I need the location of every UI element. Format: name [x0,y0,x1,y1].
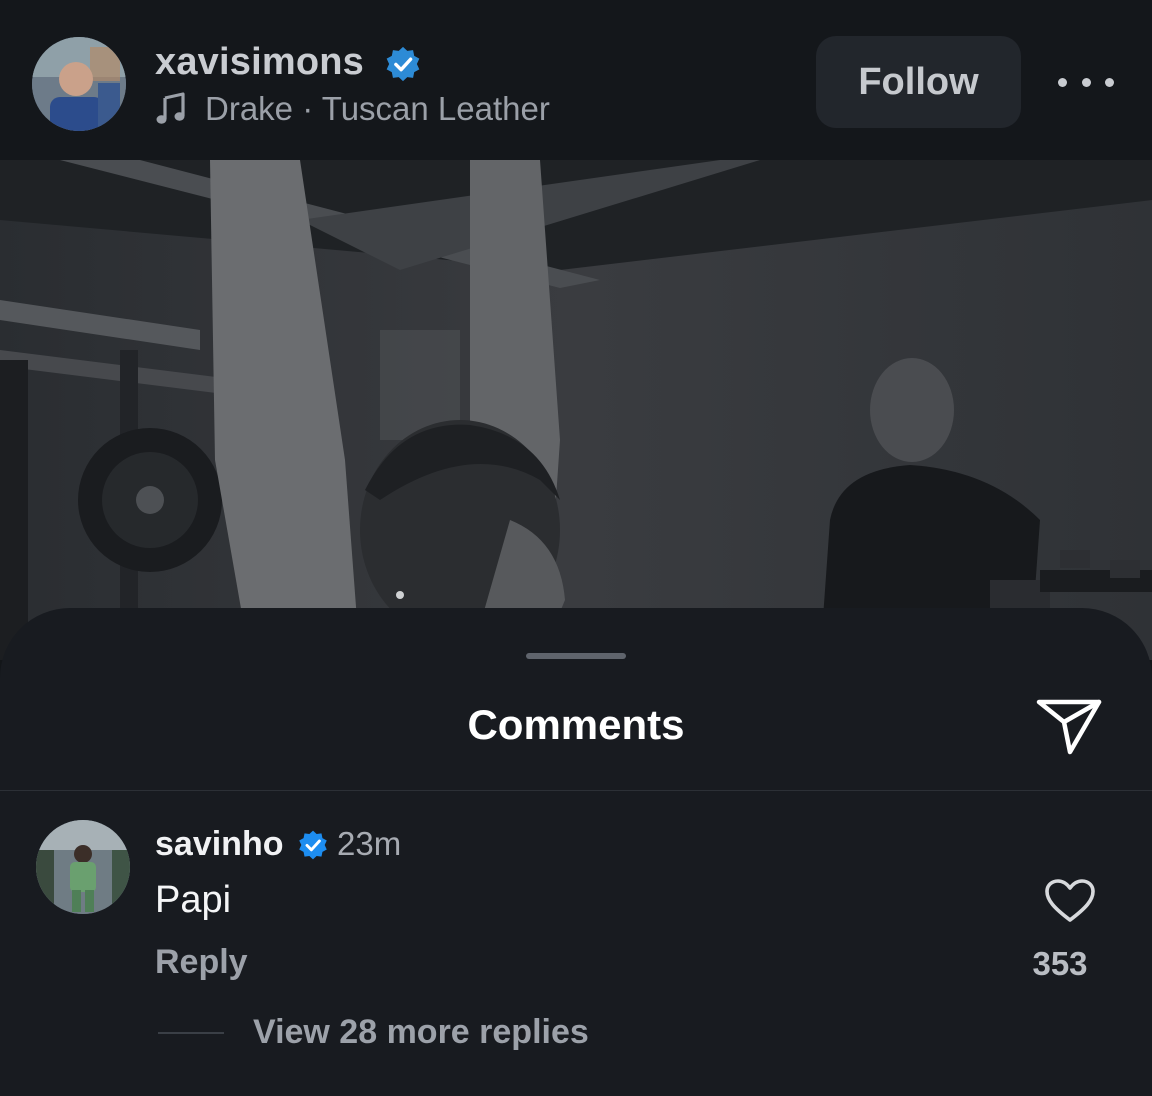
comments-sheet: Comments savinho 23m Papi Reply 353 View… [0,608,1152,1096]
like-count: 353 [1032,945,1088,982]
post-username[interactable]: xavisimons [155,40,364,84]
sheet-divider [0,790,1152,791]
comment-avatar[interactable] [36,820,130,914]
comments-title: Comments [467,701,685,748]
view-replies-button[interactable]: View 28 more replies [253,1012,589,1052]
heart-icon[interactable] [1044,878,1096,924]
sheet-drag-handle[interactable] [526,653,626,659]
verified-badge-icon [386,46,420,82]
verified-badge-icon [299,830,327,860]
comment-text: Papi [155,879,232,921]
replies-divider [158,1032,224,1034]
post-screen: xavisimons Drake · Tuscan Leather Follow [0,0,1152,1096]
follow-button[interactable]: Follow [816,36,1021,128]
music-note-icon [156,92,185,124]
post-photo[interactable] [0,160,1152,660]
share-icon[interactable] [1034,694,1104,758]
comment-username[interactable]: savinho [155,824,283,864]
profile-avatar[interactable] [32,37,126,131]
music-label: Drake · Tuscan Leather [205,90,550,127]
comment-timestamp: 23m [337,825,402,862]
reply-button[interactable]: Reply [155,942,248,982]
post-header: xavisimons Drake · Tuscan Leather Follow [0,0,1152,160]
more-options-icon[interactable] [1058,62,1114,102]
music-attribution[interactable]: Drake · Tuscan Leather [155,88,550,130]
